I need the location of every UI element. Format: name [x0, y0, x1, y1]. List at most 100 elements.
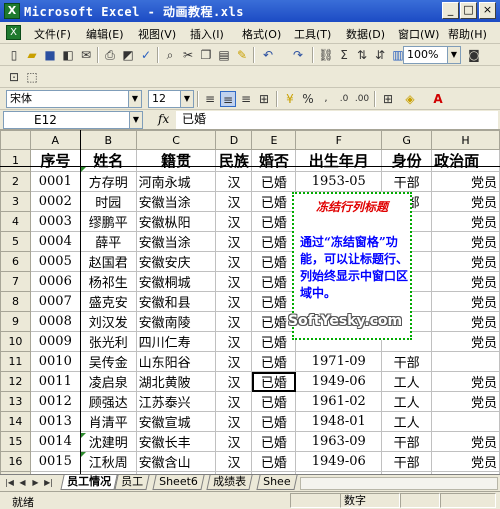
- paste-icon[interactable]: ▤: [216, 47, 232, 63]
- table-cell[interactable]: 0006: [29, 271, 81, 292]
- column-title-cell[interactable]: 民族: [215, 149, 253, 172]
- table-cell[interactable]: 工人: [381, 411, 433, 432]
- table-cell[interactable]: 干部: [381, 451, 433, 472]
- prev-sheet-icon[interactable]: ◀: [17, 476, 28, 490]
- row-header[interactable]: 5: [0, 231, 31, 252]
- menu-edit[interactable]: 编辑(E): [86, 26, 124, 42]
- table-cell[interactable]: 干部: [381, 431, 433, 452]
- select-objects-icon[interactable]: ⬚: [24, 69, 40, 85]
- first-sheet-icon[interactable]: |◀: [4, 476, 15, 490]
- table-cell[interactable]: 河南永城: [135, 171, 217, 192]
- table-cell[interactable]: 已婚: [251, 371, 297, 392]
- cut-icon[interactable]: ✂: [180, 47, 196, 63]
- column-header-g[interactable]: G: [381, 130, 433, 150]
- tab-sheet-4[interactable]: 成绩表: [206, 475, 253, 490]
- table-cell[interactable]: 已婚: [251, 271, 297, 292]
- new-icon[interactable]: ▯: [6, 47, 22, 63]
- table-cell[interactable]: 汉: [215, 291, 253, 312]
- format-painter-icon[interactable]: ✎: [234, 47, 250, 63]
- row-header[interactable]: 13: [0, 391, 31, 412]
- table-cell[interactable]: 汉: [215, 371, 253, 392]
- column-title-cell[interactable]: 籍贯: [135, 149, 217, 172]
- table-cell[interactable]: 凌启泉: [79, 371, 137, 392]
- table-cell[interactable]: 杨祁生: [79, 271, 137, 292]
- menu-format[interactable]: 格式(O): [242, 26, 281, 42]
- table-cell[interactable]: 党员: [431, 191, 500, 212]
- table-cell[interactable]: 汉: [215, 331, 253, 352]
- table-cell[interactable]: 1963-09: [295, 431, 383, 452]
- table-cell[interactable]: 已婚: [251, 291, 297, 312]
- column-header-c[interactable]: C: [135, 130, 217, 150]
- table-cell[interactable]: 1971-09: [295, 351, 383, 372]
- column-header-f[interactable]: F: [295, 130, 383, 150]
- row-header[interactable]: 7: [0, 271, 31, 292]
- table-cell[interactable]: 党员: [431, 231, 500, 252]
- table-cell[interactable]: 缪鹏平: [79, 211, 137, 232]
- table-cell[interactable]: 0002: [29, 191, 81, 212]
- table-cell[interactable]: 汉: [215, 391, 253, 412]
- table-cell[interactable]: 安徽含山: [135, 451, 217, 472]
- close-button[interactable]: ×: [479, 2, 496, 19]
- column-header-a[interactable]: A: [29, 130, 81, 150]
- menu-insert[interactable]: 插入(I): [190, 26, 224, 42]
- table-cell[interactable]: 已婚: [251, 331, 297, 352]
- table-cell[interactable]: 党员: [431, 271, 500, 292]
- table-cell[interactable]: 江秋周: [79, 451, 137, 472]
- save-icon[interactable]: ■: [42, 47, 58, 63]
- chevron-down-icon[interactable]: ▼: [128, 91, 141, 107]
- table-cell[interactable]: 党员: [431, 211, 500, 232]
- sort-descending-icon[interactable]: ⇵: [372, 47, 388, 63]
- camera-icon[interactable]: ◙: [466, 47, 482, 63]
- table-cell[interactable]: 1949-06: [295, 371, 383, 392]
- table-cell[interactable]: 四川仁寿: [135, 331, 217, 352]
- table-cell[interactable]: 已婚: [251, 171, 297, 192]
- autosum-icon[interactable]: Σ: [336, 47, 352, 63]
- column-header-b[interactable]: B: [79, 130, 137, 150]
- table-cell[interactable]: 党员: [431, 251, 500, 272]
- column-header-d[interactable]: D: [215, 130, 253, 150]
- research-icon[interactable]: ⌕: [162, 47, 178, 63]
- table-cell[interactable]: 安徽宣城: [135, 411, 217, 432]
- maximize-button[interactable]: □: [460, 2, 477, 19]
- table-cell[interactable]: 0004: [29, 231, 81, 252]
- table-cell[interactable]: 汉: [215, 311, 253, 332]
- table-cell[interactable]: 张光利: [79, 331, 137, 352]
- last-sheet-icon[interactable]: ▶|: [43, 476, 54, 490]
- merge-center-icon[interactable]: ⊞: [256, 91, 272, 107]
- table-cell[interactable]: 1961-02: [295, 391, 383, 412]
- copy-icon[interactable]: ❐: [198, 47, 214, 63]
- table-cell[interactable]: 已婚: [251, 231, 297, 252]
- column-title-cell[interactable]: 政治面: [431, 149, 500, 172]
- table-cell[interactable]: 汉: [215, 271, 253, 292]
- table-cell[interactable]: 党员: [431, 391, 500, 412]
- insert-function-icon[interactable]: fx: [158, 112, 169, 126]
- chevron-down-icon[interactable]: ▼: [129, 112, 142, 128]
- table-cell[interactable]: 0008: [29, 311, 81, 332]
- print-icon[interactable]: ⎙: [102, 47, 118, 63]
- table-cell[interactable]: 汉: [215, 171, 253, 192]
- table-cell[interactable]: 湖北黄陂: [135, 371, 217, 392]
- table-cell[interactable]: 已婚: [251, 251, 297, 272]
- table-cell[interactable]: 肖清平: [79, 411, 137, 432]
- fill-color-icon[interactable]: ◈: [402, 91, 418, 107]
- table-cell[interactable]: 0005: [29, 251, 81, 272]
- row-header[interactable]: 12: [0, 371, 31, 392]
- decrease-decimal-icon[interactable]: .00: [354, 91, 370, 107]
- table-cell[interactable]: 党员: [431, 171, 500, 192]
- table-cell[interactable]: 0011: [29, 371, 81, 392]
- row-header[interactable]: 10: [0, 331, 31, 352]
- sort-ascending-icon[interactable]: ⇅: [354, 47, 370, 63]
- table-cell[interactable]: 0013: [29, 411, 81, 432]
- table-cell[interactable]: 1948-01: [295, 411, 383, 432]
- table-cell[interactable]: 党员: [431, 431, 500, 452]
- align-center-icon[interactable]: ≡: [220, 91, 236, 107]
- next-sheet-icon[interactable]: ▶: [30, 476, 41, 490]
- table-cell[interactable]: 刘汉发: [79, 311, 137, 332]
- table-cell[interactable]: 山东阳谷: [135, 351, 217, 372]
- row-header[interactable]: 15: [0, 431, 31, 452]
- currency-icon[interactable]: ¥: [282, 91, 298, 107]
- row-header[interactable]: 4: [0, 211, 31, 232]
- column-title-cell[interactable]: 身份: [381, 149, 433, 172]
- font-size-select[interactable]: 12 ▼: [148, 90, 194, 108]
- table-cell[interactable]: 党员: [431, 311, 500, 332]
